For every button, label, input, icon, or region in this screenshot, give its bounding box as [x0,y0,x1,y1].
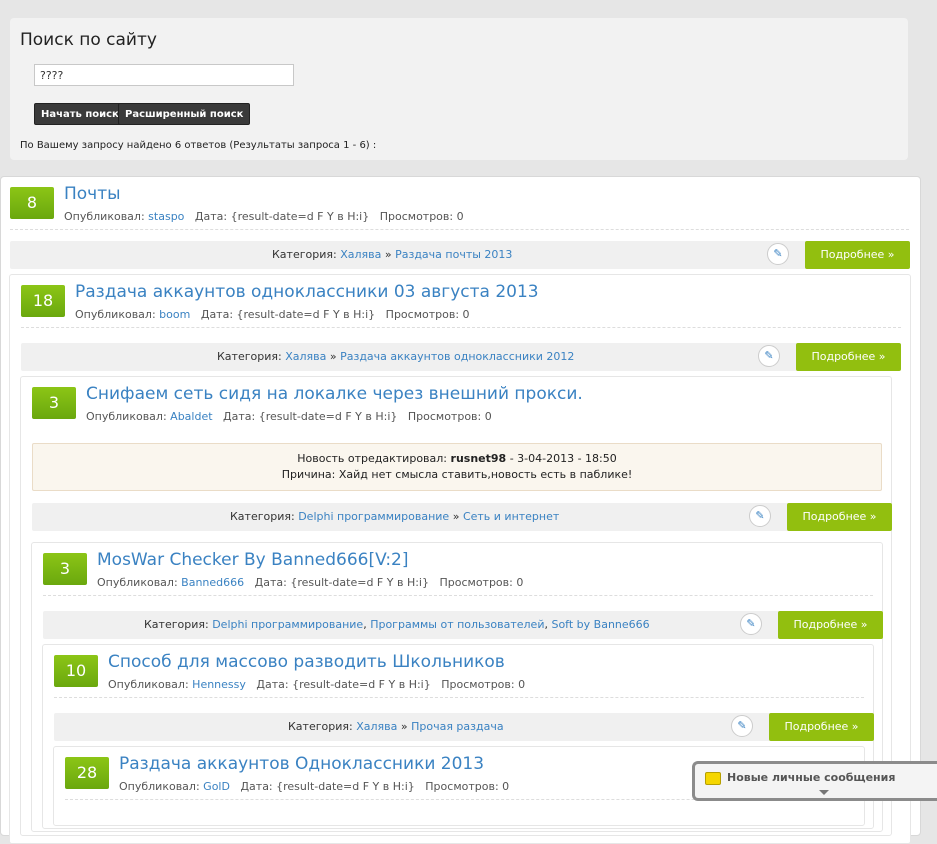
category-link[interactable]: Халява [285,350,326,363]
post-item: 18 Раздача аккаунтов одноклассники 03 ав… [9,274,911,844]
private-messages-widget[interactable]: Новые личные сообщения [692,761,937,801]
private-messages-label: Новые личные сообщения [727,771,896,784]
rating-badge: 8 [10,187,54,219]
search-panel: Поиск по сайту Начать поиск Расширенный … [10,18,908,160]
post-meta: Опубликовал: staspo Дата: {result-date=d… [64,210,464,223]
rating-badge: 10 [54,655,98,687]
author-link[interactable]: boom [159,308,190,321]
category-bar: Категория: Delphi программирование » Сет… [32,503,892,531]
pencil-icon[interactable]: ✎ [749,505,771,527]
advanced-search-button[interactable]: Расширенный поиск [118,103,251,125]
category-bar: Категория: Delphi программирование, Прог… [43,611,883,639]
search-input[interactable] [34,64,294,86]
rating-badge: 3 [32,387,76,419]
rating-badge: 18 [21,285,65,317]
divider [10,229,909,230]
author-link[interactable]: Abaldet [170,410,212,423]
edit-reason: Причина: Хайд нет смысла ставить,новость… [281,468,633,481]
category-text: Категория: Delphi программирование, Прог… [144,618,650,631]
editor-name: rusnet98 [450,452,507,465]
category-link[interactable]: Прочая раздача [411,720,504,733]
start-search-button[interactable]: Начать поиск [34,103,126,125]
post-title[interactable]: Способ для массово разводить Школьников [108,652,505,672]
post-title[interactable]: Снифаем сеть сидя на локалке через внешн… [86,384,583,404]
category-bar: Категория: Халява » Раздача аккаунтов од… [21,343,901,371]
message-icon [705,772,721,785]
post-meta: Опубликовал: Hennessy Дата: {result-date… [108,678,526,691]
category-bar: Категория: Халява » Раздача почты 2013 ✎… [10,241,910,269]
pencil-icon[interactable]: ✎ [767,243,789,265]
post-title[interactable]: Почты [64,184,121,204]
post-meta: Опубликовал: Banned666 Дата: {result-dat… [97,576,524,589]
rating-badge: 3 [43,553,87,585]
category-link[interactable]: Delphi программирование [298,510,449,523]
post-item: 8 Почты Опубликовал: staspo Дата: {resul… [10,177,910,277]
rating-badge: 28 [65,757,109,789]
divider [43,595,873,596]
pencil-icon[interactable]: ✎ [740,613,762,635]
category-link[interactable]: Сеть и интернет [463,510,559,523]
post-item: 10 Способ для массово разводить Школьник… [42,644,874,829]
pencil-icon[interactable]: ✎ [758,345,780,367]
more-button[interactable]: Подробнее » [805,241,910,269]
search-title: Поиск по сайту [20,30,157,50]
post-title[interactable]: Раздача аккаунтов Одноклассники 2013 [119,754,484,774]
category-link[interactable]: Халява [340,248,381,261]
more-button[interactable]: Подробнее » [769,713,874,741]
category-link[interactable]: Раздача почты 2013 [395,248,512,261]
divider [21,327,901,328]
divider [54,697,864,698]
more-button[interactable]: Подробнее » [796,343,901,371]
chevron-down-icon[interactable] [819,790,829,795]
post-title[interactable]: MosWar Checker By Banned666[V:2] [97,550,409,570]
category-link[interactable]: Delphi программирование [212,618,363,631]
post-title[interactable]: Раздача аккаунтов одноклассники 03 авгус… [75,282,539,302]
edit-notice: Новость отредактировал: rusnet98 - 3-04-… [32,443,882,491]
search-result-text: По Вашему запросу найдено 6 ответов (Рез… [20,140,377,151]
results-container: 8 Почты Опубликовал: staspo Дата: {resul… [0,176,921,844]
category-text: Категория: Халява » Раздача почты 2013 [272,248,513,261]
author-link[interactable]: Banned666 [181,576,244,589]
category-link[interactable]: Soft by Banne666 [551,618,649,631]
post-meta: Опубликовал: boom Дата: {result-date=d F… [75,308,470,321]
more-button[interactable]: Подробнее » [778,611,883,639]
post-meta: Опубликовал: Abaldet Дата: {result-date=… [86,410,492,423]
author-link[interactable]: GolD [203,780,230,793]
author-link[interactable]: staspo [148,210,184,223]
category-text: Категория: Delphi программирование » Сет… [230,510,560,523]
category-bar: Категория: Халява » Прочая раздача ✎ Под… [54,713,874,741]
category-link[interactable]: Халява [356,720,397,733]
category-link[interactable]: Раздача аккаунтов одноклассники 2012 [340,350,574,363]
post-meta: Опубликовал: GolD Дата: {result-date=d F… [119,780,510,793]
pencil-icon[interactable]: ✎ [731,715,753,737]
category-text: Категория: Халява » Прочая раздача [288,720,504,733]
more-button[interactable]: Подробнее » [787,503,892,531]
category-text: Категория: Халява » Раздача аккаунтов од… [217,350,575,363]
author-link[interactable]: Hennessy [192,678,246,691]
category-link[interactable]: Программы от пользователей [370,618,544,631]
